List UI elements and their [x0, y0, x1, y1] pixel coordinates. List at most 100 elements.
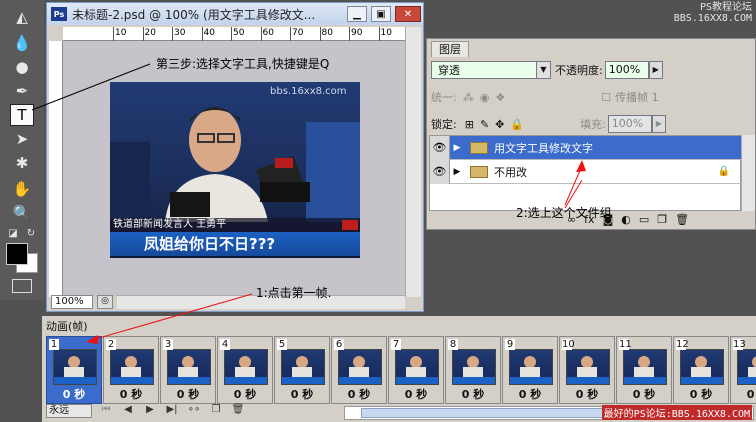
opacity-arrow-icon[interactable]: ▶: [648, 61, 663, 79]
animation-frame[interactable]: 4 0 秒: [217, 336, 273, 404]
animation-frame[interactable]: 5 0 秒: [274, 336, 330, 404]
paint-bucket-tool-icon[interactable]: ◭: [10, 6, 34, 28]
frame-delay[interactable]: 0 秒: [446, 386, 500, 402]
lock-pixels-icon[interactable]: ✎: [480, 118, 489, 131]
tab-animation[interactable]: 动画(帧): [46, 318, 88, 333]
blend-mode-select[interactable]: 穿透 ▼: [431, 61, 551, 79]
foreground-color-swatch[interactable]: [6, 243, 28, 265]
custom-shape-tool-icon[interactable]: ✱: [10, 152, 34, 174]
visibility-eye-icon[interactable]: 👁: [430, 135, 450, 160]
frame-delay[interactable]: 0 秒: [674, 386, 728, 402]
layer-row-text-group[interactable]: 👁 ▶ 用文字工具修改文字: [430, 135, 742, 160]
frame-delay[interactable]: 0 秒: [617, 386, 671, 402]
ruler-tick-label: 10: [380, 28, 392, 38]
maximize-button[interactable]: ▣: [371, 6, 391, 22]
next-frame-icon[interactable]: ▶|: [164, 404, 180, 418]
status-menu-button[interactable]: ◎: [97, 295, 113, 309]
animation-frame[interactable]: 9 0 秒: [502, 336, 558, 404]
frame-thumbnail: [395, 349, 439, 385]
animation-frame[interactable]: 3 0 秒: [160, 336, 216, 404]
animation-frame[interactable]: 7 0 秒: [388, 336, 444, 404]
frame-delay[interactable]: 0 秒: [332, 386, 386, 402]
animation-frame[interactable]: 8 0 秒: [445, 336, 501, 404]
frame-number: 12: [676, 339, 689, 350]
close-button[interactable]: ✕: [395, 6, 421, 22]
zoom-tool-icon[interactable]: 🔍: [10, 202, 34, 224]
frame-number: 7: [391, 339, 401, 350]
lock-transparent-icon[interactable]: ⊞: [465, 118, 474, 131]
fill-field[interactable]: 100%: [607, 115, 652, 133]
frame-thumbnail: [167, 349, 211, 385]
frame-delay[interactable]: 0 秒: [389, 386, 443, 402]
frame-delay[interactable]: 0 秒: [104, 386, 158, 402]
hand-tool-icon[interactable]: ✋: [10, 178, 34, 200]
unify-position-icon[interactable]: ⁂: [463, 91, 474, 104]
animation-frame[interactable]: 12 0 秒: [673, 336, 729, 404]
expand-triangle-icon[interactable]: ▶: [450, 167, 464, 177]
lock-position-icon[interactable]: ✥: [495, 118, 504, 131]
ruler-tick: [113, 27, 114, 41]
visibility-eye-icon[interactable]: 👁: [430, 159, 450, 184]
type-tool-icon[interactable]: T: [10, 104, 34, 126]
frame-delay[interactable]: 0 秒: [161, 386, 215, 402]
propagate-checkbox[interactable]: ☐: [601, 91, 611, 104]
minimize-button[interactable]: ▁: [347, 6, 367, 22]
animation-frame[interactable]: 10 0 秒: [559, 336, 615, 404]
quick-mask-icon[interactable]: [12, 279, 32, 293]
frame-number: 13: [733, 339, 746, 350]
vertical-scrollbar[interactable]: [405, 27, 421, 297]
blur-tool-icon[interactable]: 💧: [10, 32, 34, 54]
zoom-level-field[interactable]: 100%: [51, 295, 93, 309]
sponge-tool-icon[interactable]: ●: [10, 56, 34, 78]
layers-scrollbar[interactable]: [741, 135, 755, 211]
unify-style-icon[interactable]: ❖: [495, 91, 505, 104]
previous-frame-icon[interactable]: ◀: [120, 404, 136, 418]
default-colors-icon[interactable]: ◪: [6, 222, 20, 244]
new-layer-icon[interactable]: ❐: [657, 213, 667, 226]
tab-layers[interactable]: 图层: [431, 41, 469, 57]
lock-all-icon[interactable]: 🔒: [510, 118, 524, 131]
opacity-label: 不透明度:: [555, 64, 603, 77]
loop-select[interactable]: 永远: [46, 404, 92, 418]
play-icon[interactable]: ▶: [142, 404, 158, 418]
new-group-icon[interactable]: ▭: [639, 213, 649, 226]
fill-label: 填充:: [580, 118, 606, 131]
path-selection-tool-icon[interactable]: ➤: [10, 128, 34, 150]
layer-name: 不用改: [494, 165, 527, 179]
animation-frame[interactable]: 13 0 秒: [730, 336, 756, 404]
pen-tool-icon[interactable]: ✒: [10, 80, 34, 102]
ruler-tick-label: 60: [262, 28, 274, 38]
animation-frame[interactable]: 1 0 秒: [46, 336, 102, 404]
propagate-label: 传播帧 1: [615, 91, 659, 104]
frame-delay[interactable]: 0 秒: [560, 386, 614, 402]
frame-delay[interactable]: 0 秒: [47, 386, 101, 402]
adjustment-layer-icon[interactable]: ◐: [621, 213, 631, 226]
delete-frame-icon[interactable]: 🗑: [230, 404, 246, 418]
ruler-tick-label: 50: [233, 28, 245, 38]
delete-layer-icon[interactable]: 🗑: [675, 213, 689, 226]
unify-visibility-icon[interactable]: ◉: [480, 91, 490, 104]
frame-thumbnail: [509, 349, 553, 385]
expand-triangle-icon[interactable]: ▶: [450, 143, 464, 153]
frame-delay[interactable]: 0 秒: [731, 386, 756, 402]
fill-arrow-icon[interactable]: ▶: [651, 115, 666, 133]
animation-frame[interactable]: 11 0 秒: [616, 336, 672, 404]
layer-row-unchanged-group[interactable]: 👁 ▶ 不用改 🔒: [430, 159, 742, 184]
duplicate-frame-icon[interactable]: ❐: [208, 404, 224, 418]
opacity-field[interactable]: 100%: [604, 61, 649, 79]
frame-delay[interactable]: 0 秒: [503, 386, 557, 402]
site-brand: PS教程论坛 BBS.16XX8.COM: [674, 2, 752, 24]
ruler-tick-label: 80: [321, 28, 333, 38]
ruler-tick-label: 20: [144, 28, 156, 38]
first-frame-icon[interactable]: ⏮: [98, 404, 114, 418]
brand-line-2: BBS.16XX8.COM: [673, 13, 752, 24]
frame-delay[interactable]: 0 秒: [275, 386, 329, 402]
tween-icon[interactable]: ∘∘: [186, 404, 202, 418]
animation-frame[interactable]: 6 0 秒: [331, 336, 387, 404]
document-title-bar[interactable]: Ps 未标题-2.psd @ 100% (用文字工具修改文... ▁ ▣ ✕: [47, 3, 423, 25]
frame-thumbnail: [452, 349, 496, 385]
animation-frame[interactable]: 2 0 秒: [103, 336, 159, 404]
frame-thumbnail: [338, 349, 382, 385]
swap-colors-icon[interactable]: ↻: [24, 222, 38, 244]
frame-delay[interactable]: 0 秒: [218, 386, 272, 402]
